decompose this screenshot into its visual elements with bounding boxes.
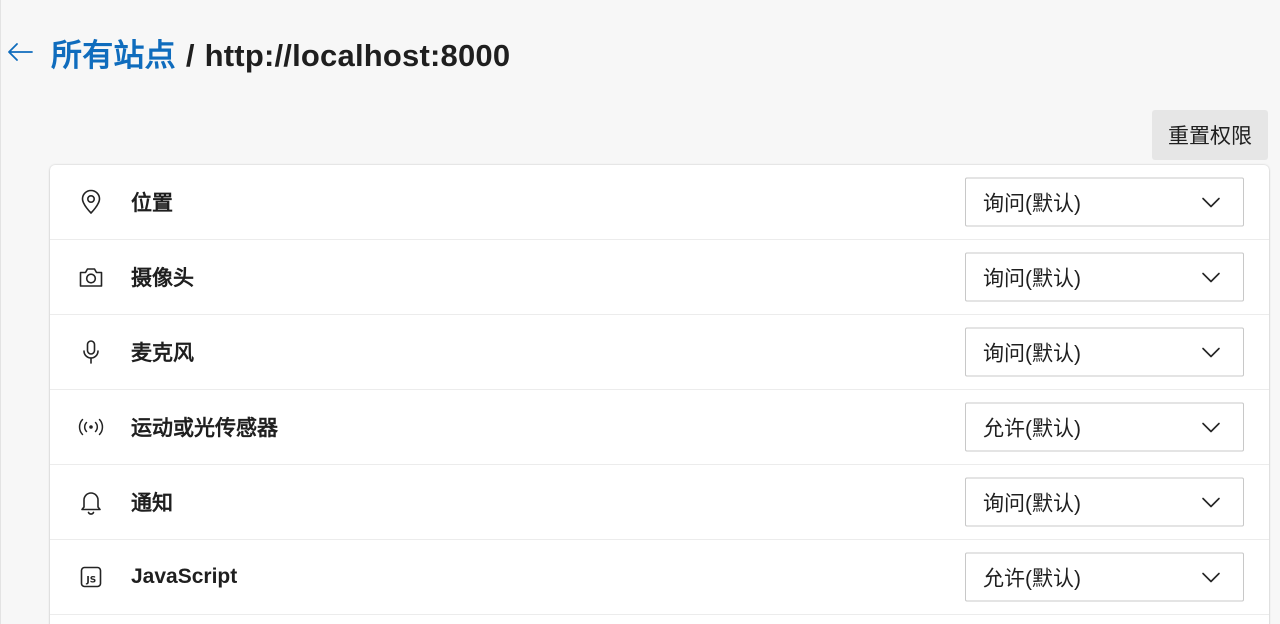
breadcrumb: 所有站点 / http://localhost:8000 bbox=[51, 30, 510, 75]
permission-row-motion-sensors: 运动或光传感器 允许(默认) bbox=[50, 390, 1269, 465]
permission-row-location: 位置 询问(默认) bbox=[50, 165, 1269, 240]
page-header: 所有站点 / http://localhost:8000 bbox=[1, 28, 510, 76]
permission-label: 通知 bbox=[131, 492, 173, 515]
back-button[interactable] bbox=[3, 35, 37, 69]
permission-row-javascript: JS JavaScript 允许(默认) bbox=[50, 540, 1269, 615]
permission-row-microphone: 麦克风 询问(默认) bbox=[50, 315, 1269, 390]
page-title: http://localhost:8000 bbox=[204, 37, 511, 73]
permission-label: 运动或光传感器 bbox=[131, 417, 278, 440]
camera-icon bbox=[77, 263, 105, 291]
chevron-down-icon bbox=[1202, 572, 1220, 582]
permission-select-notifications[interactable]: 询问(默认) bbox=[965, 477, 1244, 527]
permissions-list: 位置 询问(默认) 摄像头 询问(默认) 麦克风 询问(默认) 运动或光传感器 … bbox=[50, 165, 1269, 624]
arrow-left-icon bbox=[8, 43, 33, 61]
microphone-icon bbox=[77, 338, 105, 366]
site-permissions-page: 所有站点 / http://localhost:8000 重置权限 位置 询问(默认… bbox=[0, 0, 1280, 624]
permission-select-microphone[interactable]: 询问(默认) bbox=[965, 327, 1244, 377]
permission-row-notifications: 通知 询问(默认) bbox=[50, 465, 1269, 540]
select-value: 允许(默认) bbox=[983, 417, 1081, 440]
select-value: 允许(默认) bbox=[983, 567, 1081, 590]
svg-text:JS: JS bbox=[85, 576, 96, 586]
chevron-down-icon bbox=[1202, 197, 1220, 207]
permission-label: 位置 bbox=[131, 192, 173, 215]
chevron-down-icon bbox=[1202, 497, 1220, 507]
bell-icon bbox=[77, 488, 105, 516]
permission-row-camera: 摄像头 询问(默认) bbox=[50, 240, 1269, 315]
reset-permissions-button[interactable]: 重置权限 bbox=[1152, 110, 1268, 160]
permission-select-location[interactable]: 询问(默认) bbox=[965, 177, 1244, 227]
chevron-down-icon bbox=[1202, 422, 1220, 432]
breadcrumb-all-sites-link[interactable]: 所有站点 bbox=[51, 38, 176, 73]
chevron-down-icon bbox=[1202, 347, 1220, 357]
permission-select-camera[interactable]: 询问(默认) bbox=[965, 252, 1244, 302]
permission-label: 摄像头 bbox=[131, 267, 194, 290]
select-value: 询问(默认) bbox=[983, 492, 1081, 515]
javascript-icon: JS bbox=[77, 563, 105, 591]
select-value: 询问(默认) bbox=[983, 192, 1081, 215]
permission-label: 麦克风 bbox=[131, 342, 194, 365]
permission-label: JavaScript bbox=[131, 565, 238, 588]
breadcrumb-separator: / bbox=[185, 37, 195, 73]
select-value: 询问(默认) bbox=[983, 342, 1081, 365]
select-value: 询问(默认) bbox=[983, 267, 1081, 290]
location-icon bbox=[77, 188, 105, 216]
permission-select-motion-sensors[interactable]: 允许(默认) bbox=[965, 402, 1244, 452]
chevron-down-icon bbox=[1202, 272, 1220, 282]
permission-select-javascript[interactable]: 允许(默认) bbox=[965, 552, 1244, 602]
motion-sensor-icon bbox=[77, 413, 105, 441]
